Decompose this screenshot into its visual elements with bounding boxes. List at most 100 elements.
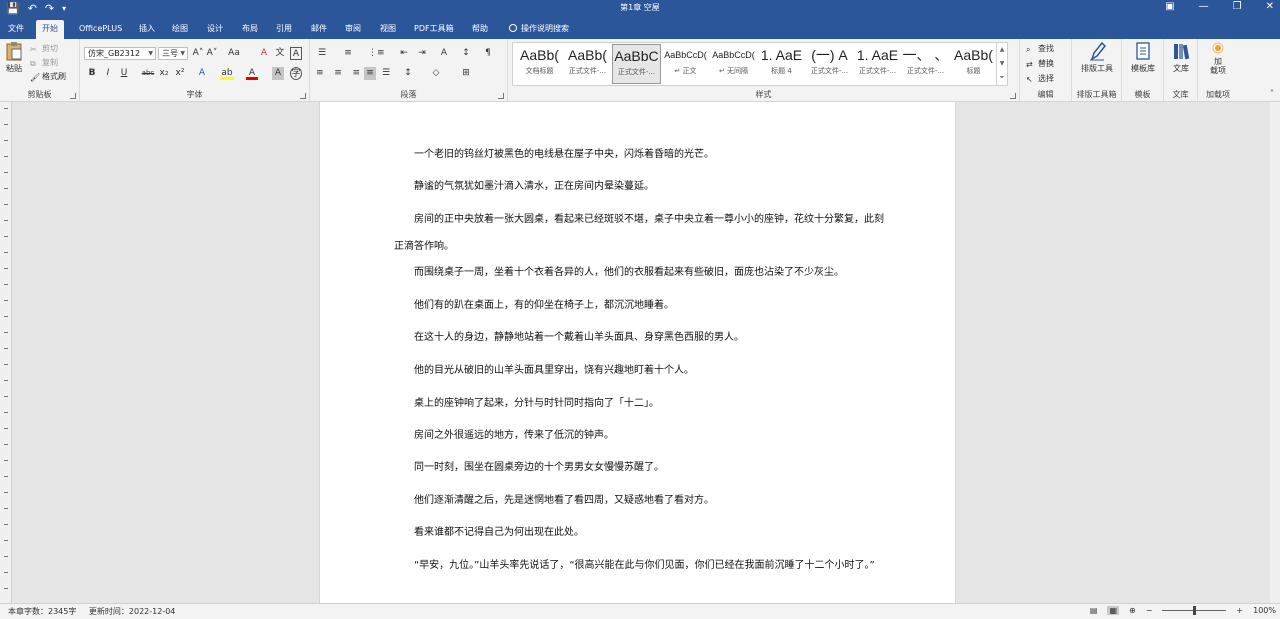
zoom-out-button[interactable]: −	[1146, 606, 1153, 615]
replace-button[interactable]: ⇄ 替换	[1026, 58, 1054, 69]
show-marks-button[interactable]: ¶	[482, 47, 494, 60]
document-paragraph[interactable]: 在这十人的身边，静静地站着一个戴着山羊头面具、身穿黑色西服的男人。	[394, 324, 884, 351]
styles-launcher-icon[interactable]	[1010, 93, 1016, 99]
decrease-indent-button[interactable]: ⇤	[398, 47, 410, 60]
change-case-button[interactable]: Aa	[226, 47, 242, 60]
font-size-combo[interactable]: 三号 ▼	[158, 47, 188, 60]
increase-indent-button[interactable]: ⇥	[416, 47, 428, 60]
style-item[interactable]: 一、 、正式文件-...	[901, 44, 950, 84]
document-paragraph[interactable]: 静谧的气氛犹如墨汁滴入清水，正在房间内晕染蔓延。	[394, 173, 884, 200]
tab-officeplus[interactable]: OfficePLUS	[73, 20, 128, 39]
tab-view[interactable]: 视图	[374, 20, 402, 39]
paragraph-launcher-icon[interactable]	[498, 93, 504, 99]
numbering-button[interactable]: ≡	[342, 47, 354, 60]
tab-design[interactable]: 设计	[201, 20, 229, 39]
multilevel-list-button[interactable]: ⋮≡	[368, 47, 385, 60]
align-right-button[interactable]: ≡	[348, 67, 360, 80]
close-icon[interactable]: ✕	[1266, 1, 1274, 12]
find-button[interactable]: ⌕ 查找	[1026, 43, 1054, 54]
zoom-in-button[interactable]: +	[1236, 606, 1243, 615]
italic-button[interactable]: I	[102, 67, 114, 80]
ribbon-display-options-icon[interactable]: ▣	[1165, 1, 1174, 12]
minimize-icon[interactable]: —	[1199, 1, 1209, 12]
font-color-button[interactable]: A	[246, 67, 258, 80]
zoom-slider[interactable]	[1162, 606, 1227, 615]
style-item[interactable]: AaBbCcD(↵ 无间隔	[709, 44, 758, 84]
select-button[interactable]: ↖ 选择	[1026, 73, 1054, 84]
document-paragraph[interactable]: 房间的正中央放着一张大圆桌，看起来已经斑驳不堪，桌子中央立着一尊小小的座钟，花纹…	[394, 206, 884, 260]
tab-home[interactable]: 开始	[36, 20, 64, 39]
borders-button[interactable]: ⊞	[460, 67, 472, 80]
clear-format-button[interactable]: A	[258, 47, 270, 60]
character-shading-button[interactable]: A	[272, 67, 284, 80]
document-paragraph[interactable]: 房间之外很遥远的地方，传来了低沉的钟声。	[394, 422, 884, 449]
clipboard-launcher-icon[interactable]	[70, 93, 76, 99]
scroll-down-icon[interactable]: ▼	[997, 57, 1007, 71]
tab-layout[interactable]: 布局	[236, 20, 264, 39]
sort-button[interactable]: ↕	[460, 47, 472, 60]
document-paragraph[interactable]: 他们有的趴在桌面上，有的仰坐在椅子上，都沉沉地睡着。	[394, 292, 884, 319]
font-name-combo[interactable]: 仿宋_GB2312 ▼	[84, 47, 156, 60]
document-paragraph[interactable]: “早安，九位。”山羊头率先说话了，“很高兴能在此与你们见面，你们已经在我面前沉睡…	[394, 552, 884, 579]
line-spacing-button[interactable]: ↕	[402, 67, 414, 80]
document-paragraph[interactable]: 而围绕桌子一周，坐着十个衣着各异的人，他们的衣服看起来有些破旧，面庞也沾染了不少…	[394, 259, 884, 286]
document-paragraph[interactable]: 同一时刻，围坐在圆桌旁边的十个男男女女慢慢苏醒了。	[394, 454, 884, 481]
addins-button[interactable]: 加 载项	[1202, 41, 1234, 75]
zoom-level[interactable]: 100%	[1253, 606, 1276, 615]
style-item[interactable]: 1. AaE 标题 4	[757, 44, 806, 84]
format-painter-button[interactable]: 🖌 格式刷	[30, 71, 66, 82]
document-paragraph[interactable]: 桌上的座钟响了起来，分针与时针同时指向了「十二」。	[394, 390, 884, 417]
subscript-button[interactable]: x₂	[158, 67, 170, 80]
tab-review[interactable]: 审阅	[339, 20, 367, 39]
gallery-more-icon[interactable]: ⏷	[997, 71, 1007, 85]
tell-me-search[interactable]: 操作说明搜索	[503, 20, 575, 39]
tab-draw[interactable]: 绘图	[166, 20, 194, 39]
style-item[interactable]: (一) A 正式文件-...	[805, 44, 854, 84]
character-border-button[interactable]: A	[290, 47, 302, 60]
style-item[interactable]: AaBb(文档标题	[515, 44, 564, 84]
print-layout-icon[interactable]: ▦	[1107, 606, 1120, 615]
tab-help[interactable]: 帮助	[466, 20, 494, 39]
tab-references[interactable]: 引用	[270, 20, 298, 39]
collapse-ribbon-icon[interactable]: ˄	[1270, 89, 1274, 98]
style-item[interactable]: 1. AaE 正式文件-...	[853, 44, 902, 84]
grow-font-button[interactable]: A˄	[192, 47, 204, 60]
word-count[interactable]: 本章字数：2345字	[8, 607, 76, 616]
style-item[interactable]: AaBb(正式文件-...	[563, 44, 612, 84]
underline-button[interactable]: U	[118, 67, 130, 80]
shading-button[interactable]: ◇	[430, 67, 442, 80]
tab-file[interactable]: 文件	[2, 20, 30, 39]
style-item[interactable]: AaBbCcD(↵ 正文	[661, 44, 710, 84]
document-paragraph[interactable]: 看来谁都不记得自己为何出现在此处。	[394, 519, 884, 546]
text-effects-button[interactable]: A	[196, 67, 208, 80]
style-item-selected[interactable]: AaBbC 正式文件-...	[612, 44, 661, 84]
restore-icon[interactable]: ❐	[1233, 1, 1242, 12]
bold-button[interactable]: B	[86, 67, 98, 80]
web-layout-icon[interactable]: ⊕	[1129, 606, 1136, 615]
layout-tools-button[interactable]: 排版工具	[1076, 41, 1118, 74]
read-mode-icon[interactable]: ▤	[1090, 606, 1098, 615]
tab-pdf-toolbox[interactable]: PDF工具箱	[408, 20, 460, 39]
enclose-characters-button[interactable]: 字	[290, 67, 302, 80]
document-paragraph[interactable]: 他们逐渐清醒之后，先是迷惘地看了看四周，又疑惑地看了看对方。	[394, 487, 884, 514]
shrink-font-button[interactable]: A˅	[206, 47, 218, 60]
copy-button[interactable]: ⧉ 复制	[30, 57, 58, 68]
tab-mailings[interactable]: 邮件	[305, 20, 333, 39]
style-item[interactable]: AaBb(标题	[949, 44, 998, 84]
tab-insert[interactable]: 插入	[133, 20, 161, 39]
template-library-button[interactable]: 模板库	[1124, 41, 1162, 74]
paste-button[interactable]: 粘贴	[3, 41, 25, 74]
font-launcher-icon[interactable]	[300, 93, 306, 99]
superscript-button[interactable]: x²	[174, 67, 186, 80]
cut-button[interactable]: ✂ 剪切	[30, 43, 58, 54]
bullets-button[interactable]: ☰	[316, 47, 328, 60]
strikethrough-button[interactable]: abc	[140, 67, 156, 80]
distributed-button[interactable]: ☰	[380, 67, 392, 80]
library-button[interactable]: 文库	[1166, 41, 1196, 74]
vertical-scrollbar[interactable]	[1270, 102, 1280, 603]
zoom-slider-thumb[interactable]	[1193, 606, 1197, 615]
align-left-button[interactable]: ≡	[316, 67, 328, 80]
document-paragraph[interactable]: 一个老旧的钨丝灯被黑色的电线悬在屋子中央，闪烁着昏暗的光芒。	[394, 141, 884, 168]
document-paragraph[interactable]: 他的目光从破旧的山羊头面具里穿出，饶有兴趣地盯着十个人。	[394, 357, 884, 384]
justify-button[interactable]: ≡	[364, 67, 376, 80]
